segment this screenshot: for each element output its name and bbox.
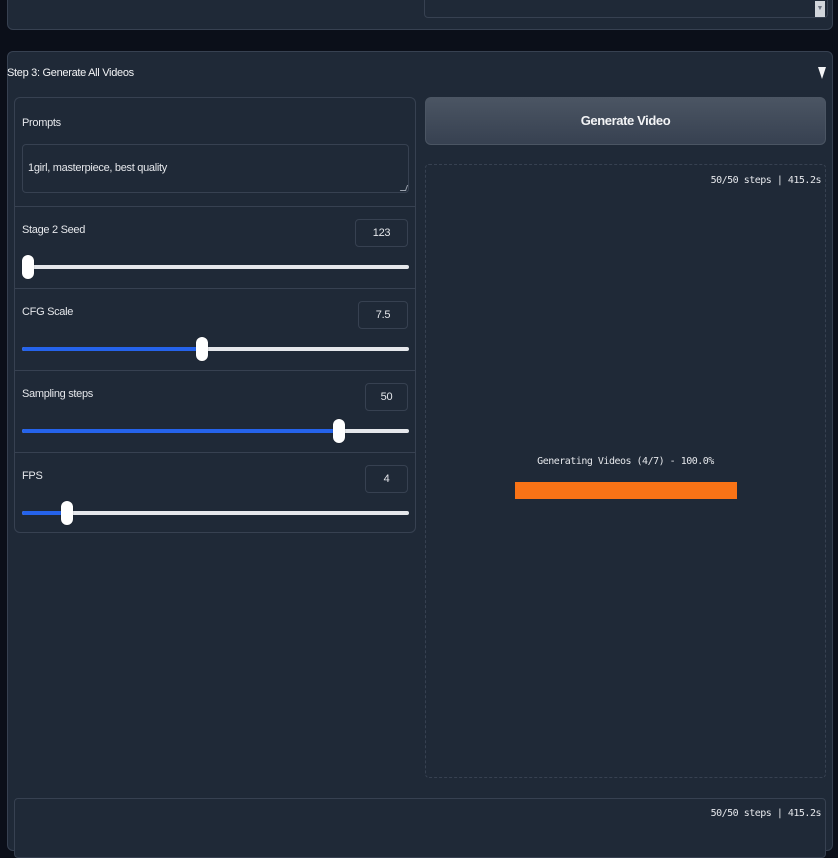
fps-label: FPS bbox=[22, 470, 43, 482]
progress-bar-fill bbox=[515, 482, 737, 499]
fps-slider[interactable] bbox=[22, 501, 409, 525]
sampling-steps-slider-thumb[interactable] bbox=[333, 419, 346, 443]
bottom-timer: 50/50 steps | 415.2s bbox=[710, 808, 822, 819]
output-timer: 50/50 steps | 415.2s bbox=[710, 175, 822, 186]
stage2-seed-slider-thumb[interactable] bbox=[22, 255, 34, 279]
fps-slider-thumb[interactable] bbox=[60, 501, 73, 525]
resize-handle-icon[interactable] bbox=[399, 185, 409, 191]
cfg-scale-slider[interactable] bbox=[22, 337, 409, 361]
stage2-seed-number-input[interactable]: 123 bbox=[355, 219, 408, 247]
stage2-seed-label: Stage 2 Seed bbox=[22, 224, 86, 236]
fps-slider-fill bbox=[22, 511, 67, 515]
bottom-output-panel: 50/50 steps | 415.2s bbox=[14, 798, 826, 858]
cfg-scale-slider-thumb[interactable] bbox=[195, 337, 208, 361]
slider-section-stage2-seed: Stage 2 Seed 123 bbox=[15, 207, 415, 289]
previous-step-textbox[interactable]: ▼ bbox=[424, 0, 828, 18]
slider-section-sampling-steps: Sampling steps 50 bbox=[15, 371, 415, 453]
prompts-input-value: 1girl, masterpiece, best quality bbox=[28, 162, 167, 174]
scroll-down-icon[interactable]: ▼ bbox=[815, 1, 825, 17]
fps-number-input[interactable]: 4 bbox=[365, 465, 408, 493]
video-output-panel: 50/50 steps | 415.2s Generating Videos (… bbox=[425, 164, 826, 778]
triangle-down-icon[interactable] bbox=[818, 67, 826, 79]
progress-bar bbox=[515, 482, 737, 499]
prompts-input[interactable]: 1girl, masterpiece, best quality bbox=[22, 144, 409, 193]
prompts-label: Prompts bbox=[22, 117, 61, 129]
progress-text: Generating Videos (4/7) - 100.0% bbox=[537, 456, 714, 467]
step3-title: Step 3: Generate All Videos bbox=[7, 67, 134, 79]
stage2-seed-slider[interactable] bbox=[22, 255, 409, 279]
sampling-steps-label: Sampling steps bbox=[22, 388, 94, 400]
sampling-steps-number-input[interactable]: 50 bbox=[365, 383, 408, 411]
slider-section-cfg-scale: CFG Scale 7.5 bbox=[15, 289, 415, 371]
cfg-scale-label: CFG Scale bbox=[22, 306, 74, 318]
sampling-steps-slider[interactable] bbox=[22, 419, 409, 443]
settings-panel: Prompts 1girl, masterpiece, best quality… bbox=[14, 97, 416, 533]
slider-section-fps: FPS 4 bbox=[15, 453, 415, 532]
generate-video-button[interactable]: Generate Video bbox=[425, 97, 826, 145]
prompts-section: Prompts 1girl, masterpiece, best quality bbox=[15, 98, 415, 207]
cfg-scale-number-input[interactable]: 7.5 bbox=[358, 301, 408, 329]
cfg-scale-slider-fill bbox=[22, 347, 202, 351]
sampling-steps-slider-fill bbox=[22, 429, 340, 433]
